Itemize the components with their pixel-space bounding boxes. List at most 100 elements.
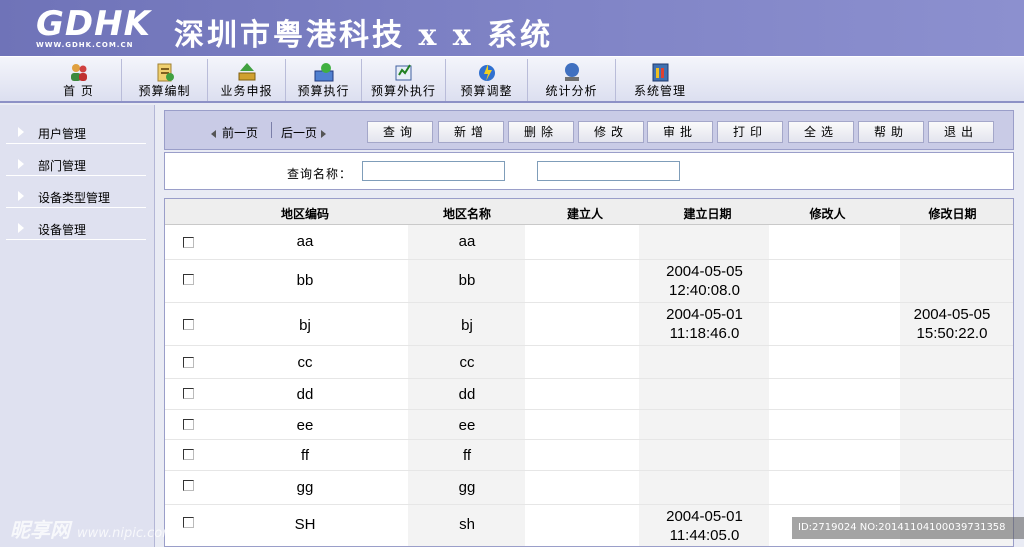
home-users-icon bbox=[67, 61, 91, 83]
sidebar-item-device-manage[interactable]: 设备管理 bbox=[6, 216, 146, 240]
toolbar-item-budget-prep[interactable]: 预算编制 bbox=[122, 59, 208, 101]
toolbar-label: 预算调整 bbox=[460, 84, 513, 98]
action-bar: 前一页 后一页 查询 新增 删除 修改 审批 打印 全选 帮助 退出 bbox=[164, 110, 1014, 150]
col-header-creator: 建立人 bbox=[566, 207, 603, 221]
table-row[interactable]: gg gg bbox=[165, 471, 1013, 505]
cell-code: dd bbox=[296, 386, 314, 403]
system-manage-icon bbox=[648, 61, 672, 83]
budget-prep-icon bbox=[153, 61, 177, 83]
logo-text: GDHK bbox=[36, 4, 151, 44]
cell-code: SH bbox=[294, 516, 316, 533]
row-checkbox[interactable] bbox=[183, 419, 194, 430]
table-row[interactable]: dd dd bbox=[165, 379, 1013, 410]
sidebar-item-label: 设备类型管理 bbox=[38, 191, 111, 205]
toolbar-item-system-manage[interactable]: 系统管理 bbox=[616, 59, 704, 101]
query-name-input-2[interactable] bbox=[537, 161, 680, 181]
sidebar-item-dept-manage[interactable]: 部门管理 bbox=[6, 152, 146, 176]
cell-name: bj bbox=[461, 317, 473, 334]
cell-name: dd bbox=[458, 386, 476, 403]
select-all-button[interactable]: 全选 bbox=[788, 121, 854, 143]
prev-page-label: 前一页 bbox=[222, 126, 259, 140]
toolbar-item-budget-adjust[interactable]: 预算调整 bbox=[446, 59, 528, 101]
watermark-left-text: 昵享网 bbox=[10, 518, 70, 542]
cell-modified: 2004-05-05 15:50:22.0 bbox=[913, 306, 991, 342]
chevron-left-icon bbox=[211, 129, 216, 138]
col-header-modifier: 修改人 bbox=[809, 207, 846, 221]
toolbar-item-budget-exec[interactable]: 预算执行 bbox=[286, 59, 362, 101]
table-row[interactable]: bb bb 2004-05-05 12:40:08.0 bbox=[165, 260, 1013, 303]
approve-button[interactable]: 审批 bbox=[647, 121, 713, 143]
print-button[interactable]: 打印 bbox=[717, 121, 783, 143]
add-button[interactable]: 新增 bbox=[438, 121, 504, 143]
cell-code: bb bbox=[296, 272, 314, 289]
toolbar-item-business-report[interactable]: 业务申报 bbox=[208, 59, 286, 101]
budget-adjust-icon bbox=[475, 61, 499, 83]
row-checkbox[interactable] bbox=[183, 388, 194, 399]
sidebar-item-device-type-manage[interactable]: 设备类型管理 bbox=[6, 184, 146, 208]
budget-exec-icon bbox=[312, 61, 336, 83]
data-grid: 地区编码 地区名称 建立人 建立日期 修改人 修改日期 aa aa bb bb … bbox=[164, 198, 1014, 547]
edit-button[interactable]: 修改 bbox=[578, 121, 644, 143]
toolbar-label: 首 页 bbox=[63, 84, 94, 98]
toolbar-item-home[interactable]: 首 页 bbox=[36, 59, 122, 101]
cell-name: bb bbox=[458, 272, 476, 289]
row-checkbox[interactable] bbox=[183, 319, 194, 330]
toolbar-item-statistics[interactable]: 统计分析 bbox=[528, 59, 616, 101]
next-page-label: 后一页 bbox=[281, 126, 318, 140]
table-row[interactable]: cc cc bbox=[165, 346, 1013, 379]
app-header: GDHK WWW.GDHK.COM.CN 深圳市粤港科技 x x 系统 bbox=[0, 0, 1024, 56]
query-name-input[interactable] bbox=[362, 161, 505, 181]
table-row[interactable]: bj bj 2004-05-01 11:18:46.0 2004-05-05 1… bbox=[165, 303, 1013, 346]
cell-name: ff bbox=[462, 447, 472, 464]
cell-name: aa bbox=[458, 233, 476, 250]
sidebar: 用户管理 部门管理 设备类型管理 设备管理 bbox=[0, 105, 155, 547]
table-row[interactable]: ff ff bbox=[165, 440, 1013, 471]
cell-code: gg bbox=[296, 479, 314, 496]
company-logo: GDHK WWW.GDHK.COM.CN bbox=[36, 4, 151, 49]
toolbar-label: 统计分析 bbox=[545, 84, 598, 98]
row-checkbox[interactable] bbox=[183, 237, 194, 248]
extra-budget-icon bbox=[392, 61, 416, 83]
row-checkbox[interactable] bbox=[183, 449, 194, 460]
sidebar-item-user-manage[interactable]: 用户管理 bbox=[6, 120, 146, 144]
chevron-right-icon bbox=[18, 191, 24, 201]
query-name-label: 查询名称： bbox=[287, 167, 353, 181]
row-checkbox[interactable] bbox=[183, 274, 194, 285]
cell-created: 2004-05-05 12:40:08.0 bbox=[666, 263, 743, 299]
cell-name: sh bbox=[459, 516, 475, 533]
chevron-right-icon bbox=[18, 159, 24, 169]
col-header-code: 地区编码 bbox=[280, 207, 329, 221]
prev-page-link[interactable]: 前一页 bbox=[211, 124, 258, 141]
next-page-link[interactable]: 后一页 bbox=[281, 124, 327, 141]
cell-created: 2004-05-01 11:18:46.0 bbox=[666, 306, 743, 342]
cell-name: cc bbox=[459, 354, 475, 371]
sidebar-item-label: 部门管理 bbox=[38, 159, 87, 173]
query-button[interactable]: 查询 bbox=[367, 121, 433, 143]
query-bar: 查询名称： bbox=[164, 152, 1014, 190]
business-report-icon bbox=[235, 61, 259, 83]
toolbar-label: 预算外执行 bbox=[370, 84, 436, 98]
delete-button[interactable]: 删除 bbox=[508, 121, 574, 143]
toolbar-label: 系统管理 bbox=[633, 84, 686, 98]
toolbar-item-extra-budget[interactable]: 预算外执行 bbox=[362, 59, 446, 101]
watermark-left: 昵享网 www.nipic.com bbox=[10, 514, 175, 543]
row-checkbox[interactable] bbox=[183, 480, 194, 491]
main-toolbar: 首 页 预算编制 业务申报 预算执行 预算外执行 预算调整 统计分析 系统管理 bbox=[0, 56, 1024, 103]
table-row[interactable]: ee ee bbox=[165, 410, 1013, 440]
row-checkbox[interactable] bbox=[183, 517, 194, 528]
help-button[interactable]: 帮助 bbox=[858, 121, 924, 143]
col-header-created: 建立日期 bbox=[683, 207, 732, 221]
cell-name: ee bbox=[458, 417, 476, 434]
statistics-icon bbox=[560, 61, 584, 83]
watermark-left-url: www.nipic.com bbox=[76, 526, 175, 541]
col-header-name: 地区名称 bbox=[442, 207, 491, 221]
table-row[interactable]: aa aa bbox=[165, 225, 1013, 260]
cell-name: gg bbox=[458, 479, 476, 496]
col-header-modified: 修改日期 bbox=[928, 207, 977, 221]
cell-code: aa bbox=[296, 233, 314, 250]
sidebar-item-label: 设备管理 bbox=[38, 223, 87, 237]
divider bbox=[271, 122, 272, 138]
row-checkbox[interactable] bbox=[183, 357, 194, 368]
toolbar-label: 预算编制 bbox=[138, 84, 191, 98]
exit-button[interactable]: 退出 bbox=[928, 121, 994, 143]
